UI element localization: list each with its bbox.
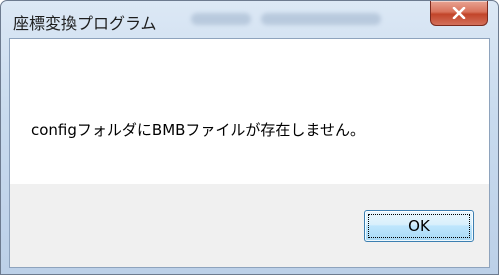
background-window-blur	[191, 13, 391, 27]
ok-button[interactable]: OK	[364, 210, 474, 242]
title-bar[interactable]: 座標変換プログラム	[1, 1, 498, 39]
ok-button-label: OK	[408, 217, 430, 235]
close-icon	[452, 7, 466, 19]
dialog-client-area: configフォルダにBMBファイルが存在しません。 OK	[9, 38, 490, 268]
close-button[interactable]	[430, 1, 488, 26]
button-area: OK	[10, 184, 489, 267]
dialog-window: 座標変換プログラム configフォルダにBMBファイルが存在しません。 OK	[0, 0, 499, 275]
message-area: configフォルダにBMBファイルが存在しません。	[10, 39, 489, 184]
message-text: configフォルダにBMBファイルが存在しません。	[31, 121, 365, 139]
window-title: 座標変換プログラム	[13, 14, 157, 33]
